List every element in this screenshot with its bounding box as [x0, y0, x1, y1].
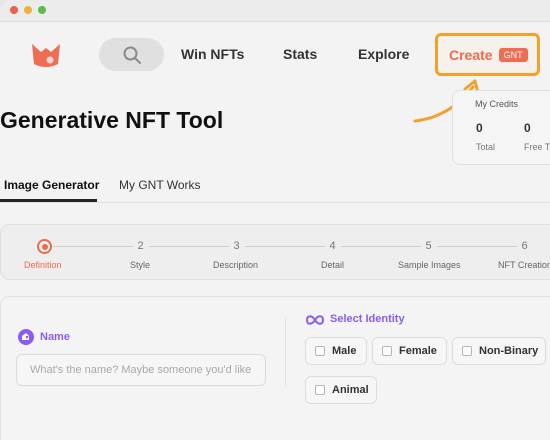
tab-divider: [0, 202, 550, 203]
identity-option-animal[interactable]: Animal: [305, 376, 377, 404]
identity-option-label: Male: [332, 345, 357, 357]
credits-card: My Credits 0 0 Total Free Ti: [452, 90, 550, 165]
form-divider: [285, 318, 286, 386]
name-field-label: Name: [40, 331, 70, 343]
step-1-indicator[interactable]: [37, 239, 52, 254]
minimize-window-button[interactable]: [24, 6, 32, 14]
step-1-label: Definition: [24, 260, 62, 270]
checkbox-icon: [382, 346, 392, 356]
credits-title: My Credits: [475, 99, 519, 109]
credit-free-value: 0: [524, 121, 531, 135]
tab-my-gnt-works[interactable]: My GNT Works: [119, 178, 201, 192]
step-2-label: Style: [130, 260, 151, 270]
tab-image-generator[interactable]: Image Generator: [4, 178, 99, 192]
close-window-button[interactable]: [10, 6, 18, 14]
title-bar: [0, 0, 550, 22]
credit-free-label: Free Ti: [524, 142, 550, 152]
step-4-indicator[interactable]: 4: [325, 239, 340, 254]
step-connector: [53, 246, 133, 247]
step-connector: [341, 246, 421, 247]
page-title: Generative NFT Tool: [0, 107, 224, 133]
identity-option-label: Female: [399, 345, 437, 357]
progress-stepper: 2 3 4 5 6 Definition Style Description D…: [0, 224, 550, 280]
checkbox-icon: [315, 346, 325, 356]
name-input[interactable]: [16, 354, 266, 386]
step-3-label: Description: [213, 260, 259, 270]
identity-option-non-binary[interactable]: Non-Binary: [452, 337, 546, 365]
credit-total-label: Total: [476, 142, 496, 152]
active-step-dot: [41, 243, 48, 250]
brand-logo-icon[interactable]: [30, 40, 62, 70]
step-connector: [245, 246, 325, 247]
nav-explore[interactable]: Explore: [358, 46, 409, 62]
infinity-icon: [306, 315, 324, 325]
step-5-label: Sample Images: [398, 260, 461, 270]
step-4-label: Detail: [321, 260, 345, 270]
name-tag-icon: [18, 329, 34, 345]
checkbox-icon: [462, 346, 472, 356]
identity-field-label: Select Identity: [330, 313, 405, 325]
step-6-label: NFT Creation: [498, 260, 550, 270]
checkbox-icon: [315, 385, 325, 395]
step-3-indicator[interactable]: 3: [229, 239, 244, 254]
gnt-badge: GNT: [498, 47, 528, 62]
identity-option-female[interactable]: Female: [372, 337, 447, 365]
app-window: Win NFTs Stats Explore Create GNT Genera…: [0, 0, 550, 440]
identity-option-label: Non-Binary: [479, 345, 539, 357]
step-2-indicator[interactable]: 2: [133, 239, 148, 254]
nav-win-nfts[interactable]: Win NFTs: [181, 46, 244, 62]
step-6-indicator[interactable]: 6: [517, 239, 532, 254]
search-icon: [123, 46, 141, 64]
create-gnt-button[interactable]: Create GNT: [435, 33, 540, 76]
nav-stats[interactable]: Stats: [283, 46, 317, 62]
step-connector: [149, 246, 229, 247]
step-5-indicator[interactable]: 5: [421, 239, 436, 254]
create-label: Create: [449, 46, 493, 63]
step-connector: [437, 246, 517, 247]
credit-total-value: 0: [476, 121, 483, 135]
identity-option-male[interactable]: Male: [305, 337, 367, 365]
search-button[interactable]: [99, 38, 164, 71]
identity-option-label: Animal: [332, 384, 369, 396]
maximize-window-button[interactable]: [38, 6, 46, 14]
